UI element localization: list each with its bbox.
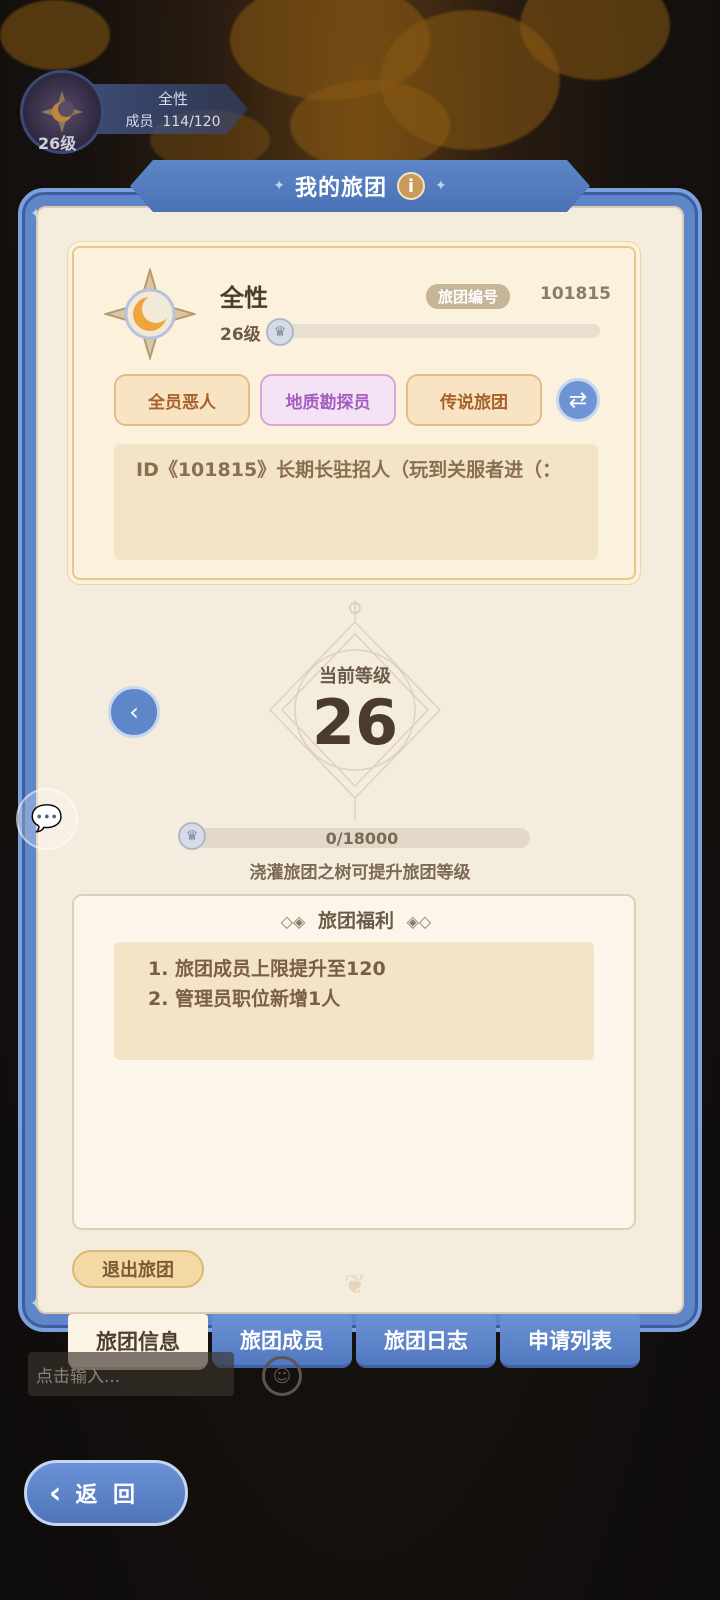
emoji-icon[interactable]: ☺ [262, 1356, 302, 1396]
benefit-item: 2. 管理员职位新增1人 [148, 988, 341, 1011]
guild-benefits: ◇◈ 旅团福利 ◈◇ 1. 旅团成员上限提升至120 2. 管理员职位新增1人 [72, 894, 636, 1230]
panel-title-bar: ✦ 我的旅团 i ✦ [130, 160, 590, 212]
benefits-title-row: ◇◈ 旅团福利 ◈◇ [74, 906, 638, 933]
title-star-icon: ✦ [435, 178, 447, 194]
benefit-item: 1. 旅团成员上限提升至120 [148, 958, 386, 980]
exp-hint: 浇灌旅团之树可提升旅团等级 [249, 863, 471, 883]
guild-tag-1[interactable]: 全员恶人 [114, 374, 250, 426]
guild-id-value: 101815 [540, 284, 611, 304]
guild-slogan: ID《101815》长期长驻招人（玩到关服者进（： [114, 444, 598, 560]
panel-title: 我的旅团 [294, 176, 387, 201]
benefits-title: 旅团福利 [317, 910, 394, 932]
guild-info-card: 全性 旅团编号 101815 26级 ♛ 全员恶人 地质勘探员 传说旅团 ⇄ I… [72, 246, 636, 580]
guild-tags: 全员恶人 地质勘探员 传说旅团 ⇄ [114, 374, 600, 426]
mini-guild-name: 全性 [157, 90, 188, 108]
mini-guild-badge[interactable]: 全性 成员 114/120 26级 [10, 70, 250, 156]
guild-moon-emblem-icon [102, 266, 198, 362]
level-compass: 当前等级 26 [210, 600, 500, 820]
swap-tags-icon[interactable]: ⇄ [556, 378, 600, 422]
ornament-right-icon: ◈◇ [406, 912, 432, 931]
quit-guild-button[interactable]: 退出旅团 [72, 1250, 204, 1288]
current-level-value: 26 [311, 686, 399, 759]
guild-id-label: 旅团编号 [426, 284, 511, 309]
back-label: 返 回 [75, 1483, 140, 1508]
mini-members-label: 成员 [125, 114, 154, 130]
chat-bubble-icon[interactable]: 💬 [16, 788, 78, 850]
title-star-icon: ✦ [273, 178, 285, 194]
mini-guild-members: 成员 114/120 [98, 111, 248, 131]
current-level-label: 当前等级 [319, 666, 391, 687]
guild-tag-2[interactable]: 地质勘探员 [260, 374, 396, 426]
exp-progress-bar: 0/18000 [194, 828, 530, 848]
tab-guild-log[interactable]: 旅团日志 [356, 1314, 496, 1368]
guild-tag-3[interactable]: 传说旅团 [406, 374, 542, 426]
tab-application-list[interactable]: 申请列表 [500, 1314, 640, 1368]
benefits-list: 1. 旅团成员上限提升至120 2. 管理员职位新增1人 [114, 942, 594, 1060]
crown-icon: ♛ [266, 318, 294, 346]
exp-text: 0/18000 [325, 828, 399, 848]
chat-input[interactable]: 点击输入... [28, 1352, 234, 1396]
mini-members-count: 114/120 [162, 114, 221, 130]
back-arrow-icon: ‹ [49, 1475, 62, 1511]
fox-ornament-icon: ❦ [344, 1270, 366, 1300]
guild-level-progress [274, 324, 600, 338]
prev-arrow-icon[interactable]: ‹ [108, 686, 160, 738]
mini-guild-level: 26级 [38, 134, 77, 153]
info-icon[interactable]: i [397, 172, 425, 200]
guild-level-label: 26级 [220, 325, 261, 345]
back-button[interactable]: ‹ 返 回 [24, 1460, 188, 1526]
guild-name: 全性 [220, 284, 268, 312]
ornament-left-icon: ◇◈ [280, 912, 306, 931]
crown-icon: ♛ [178, 822, 206, 850]
